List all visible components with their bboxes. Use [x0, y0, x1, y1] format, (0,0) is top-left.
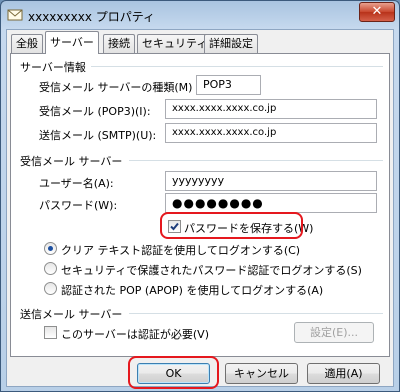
outgoing-server-input[interactable]: xxxx.xxxx.xxxx.co.jp [165, 123, 377, 143]
envelope-icon [7, 7, 23, 23]
highlight-ok-button [128, 356, 219, 389]
incoming-server-label: 受信メール (POP3)(I): [39, 105, 151, 118]
close-icon: ✕ [371, 4, 383, 19]
dialog-client-area: 全般 サーバー 接続 セキュリティ 詳細設定 サーバー情報 受信メール サーバー… [6, 29, 394, 389]
close-button[interactable]: ✕ [359, 2, 395, 22]
auth-required-label[interactable]: このサーバーは認証が必要(V) [61, 326, 209, 342]
divider [129, 160, 383, 161]
auth-required-checkbox[interactable] [44, 326, 57, 339]
auth-apop-label[interactable]: 認証された POP (APOP) を使用してログオンする(A) [61, 282, 323, 298]
title-bar[interactable]: xxxxxxxxx プロパティ ✕ [1, 1, 399, 29]
outgoing-server-heading: 送信メール サーバー [20, 308, 123, 321]
settings-button[interactable]: 設定(E)... [294, 322, 374, 343]
incoming-server-input[interactable]: xxxx.xxxx.xxxx.co.jp [165, 99, 377, 119]
divider [129, 313, 383, 314]
tab-security[interactable]: セキュリティ [137, 34, 213, 53]
cancel-button[interactable]: キャンセル [225, 363, 298, 384]
incoming-server-heading: 受信メール サーバー [20, 155, 123, 168]
tab-general[interactable]: 全般 [11, 34, 43, 53]
server-tab-panel: サーバー情報 受信メール サーバーの種類(M) POP3 受信メール (POP3… [10, 53, 390, 357]
window-title: xxxxxxxxx プロパティ [28, 10, 156, 24]
auth-clear-text-radio[interactable] [44, 242, 57, 255]
auth-spa-radio[interactable] [44, 262, 57, 275]
username-input[interactable]: yyyyyyyy [165, 171, 377, 191]
password-label: パスワード(W): [39, 199, 118, 212]
auth-spa-label[interactable]: セキュリティで保護されたパスワード認証でログオンする(S) [61, 262, 362, 278]
divider [91, 66, 383, 67]
server-info-heading: サーバー情報 [20, 61, 86, 74]
incoming-type-field: POP3 [196, 75, 261, 95]
auth-apop-radio[interactable] [44, 282, 57, 295]
incoming-type-label: 受信メール サーバーの種類(M) [39, 81, 193, 94]
username-label: ユーザー名(A): [39, 177, 114, 190]
tab-advanced[interactable]: 詳細設定 [204, 34, 258, 53]
apply-button[interactable]: 適用(A) [307, 363, 380, 384]
password-input[interactable]: ●●●●●●●● [165, 193, 377, 213]
tab-connection[interactable]: 接続 [103, 34, 135, 53]
properties-window: xxxxxxxxx プロパティ ✕ 全般 サーバー 接続 セキュリティ 詳細設定… [0, 0, 400, 392]
auth-clear-text-label[interactable]: クリア テキスト認証を使用してログオンする(C) [61, 242, 300, 258]
outgoing-server-label: 送信メール (SMTP)(U): [39, 129, 157, 142]
highlight-remember-password [160, 212, 303, 239]
tab-server[interactable]: サーバー [45, 31, 99, 54]
